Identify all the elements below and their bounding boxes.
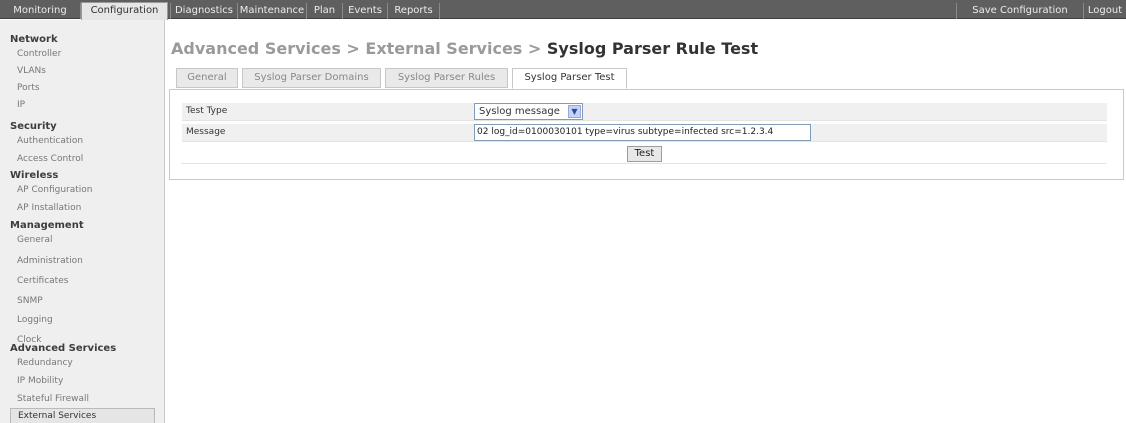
subtab-syslog-parser-rules[interactable]: Syslog Parser Rules: [385, 68, 508, 88]
tab-maintenance[interactable]: Maintenance: [238, 3, 307, 19]
top-nav-bar: Monitoring Configuration Diagnostics Mai…: [0, 0, 1126, 20]
sidebar-item-administration[interactable]: Administration: [17, 256, 83, 266]
sidebar: Network Controller VLANs Ports IP Securi…: [0, 20, 165, 423]
sidebar-item-external-services[interactable]: External Services: [10, 408, 155, 423]
sidebar-section-wireless: Wireless: [10, 170, 59, 181]
chevron-down-icon[interactable]: ▼: [568, 105, 581, 118]
sidebar-item-certificates[interactable]: Certificates: [17, 276, 68, 286]
sidebar-item-ip-mobility[interactable]: IP Mobility: [17, 376, 63, 386]
sidebar-item-vlans[interactable]: VLANs: [17, 66, 46, 76]
breadcrumb-separator: >: [340, 39, 366, 58]
breadcrumb-advanced-services[interactable]: Advanced Services: [171, 39, 341, 58]
sidebar-section-network: Network: [10, 34, 58, 45]
tab-reports[interactable]: Reports: [388, 3, 440, 19]
test-type-select[interactable]: Syslog message ▼: [474, 103, 583, 120]
tab-configuration[interactable]: Configuration: [81, 2, 168, 20]
subtab-syslog-parser-test[interactable]: Syslog Parser Test: [512, 68, 627, 89]
logout-button[interactable]: Logout: [1083, 3, 1126, 19]
test-button[interactable]: Test: [627, 146, 662, 162]
message-input[interactable]: 02 log_id=0100030101 type=virus subtype=…: [474, 124, 811, 141]
sidebar-item-access-control[interactable]: Access Control: [17, 154, 83, 164]
test-type-value: Syslog message: [479, 106, 560, 117]
sidebar-item-controller[interactable]: Controller: [17, 49, 61, 59]
sidebar-item-logging[interactable]: Logging: [17, 315, 53, 325]
message-label: Message: [186, 127, 226, 137]
tab-diagnostics[interactable]: Diagnostics: [170, 3, 238, 19]
message-row: Message 02 log_id=0100030101 type=virus …: [182, 124, 1107, 142]
sidebar-item-snmp[interactable]: SNMP: [17, 296, 43, 306]
tab-monitoring[interactable]: Monitoring: [0, 3, 81, 19]
subtab-syslog-parser-domains[interactable]: Syslog Parser Domains: [242, 68, 381, 88]
sidebar-item-stateful-firewall[interactable]: Stateful Firewall: [17, 394, 89, 404]
tab-events[interactable]: Events: [343, 3, 388, 19]
sidebar-section-advanced-services: Advanced Services: [10, 343, 117, 354]
page-title: Advanced Services > External Services > …: [171, 39, 758, 58]
sidebar-item-authentication[interactable]: Authentication: [17, 136, 83, 146]
divider: [181, 163, 1106, 164]
test-type-label: Test Type: [186, 106, 228, 116]
sidebar-section-security: Security: [10, 121, 57, 132]
sidebar-item-redundancy[interactable]: Redundancy: [17, 358, 73, 368]
save-configuration-button[interactable]: Save Configuration: [956, 3, 1083, 19]
sidebar-item-ap-configuration[interactable]: AP Configuration: [17, 185, 92, 195]
sidebar-item-general[interactable]: General: [17, 235, 52, 245]
sidebar-section-management: Management: [10, 220, 84, 231]
breadcrumb-separator: >: [522, 39, 547, 58]
sidebar-item-ip[interactable]: IP: [17, 100, 25, 110]
sidebar-item-ports[interactable]: Ports: [17, 83, 40, 93]
subtab-general[interactable]: General: [176, 68, 238, 88]
syslog-parser-test-panel: Test Type Syslog message ▼ Message 02 lo…: [169, 89, 1124, 180]
breadcrumb-external-services[interactable]: External Services: [365, 39, 522, 58]
breadcrumb-current: Syslog Parser Rule Test: [546, 39, 759, 58]
test-type-row: Test Type Syslog message ▼: [182, 103, 1107, 121]
sidebar-item-ap-installation[interactable]: AP Installation: [17, 203, 81, 213]
tab-plan[interactable]: Plan: [307, 3, 343, 19]
